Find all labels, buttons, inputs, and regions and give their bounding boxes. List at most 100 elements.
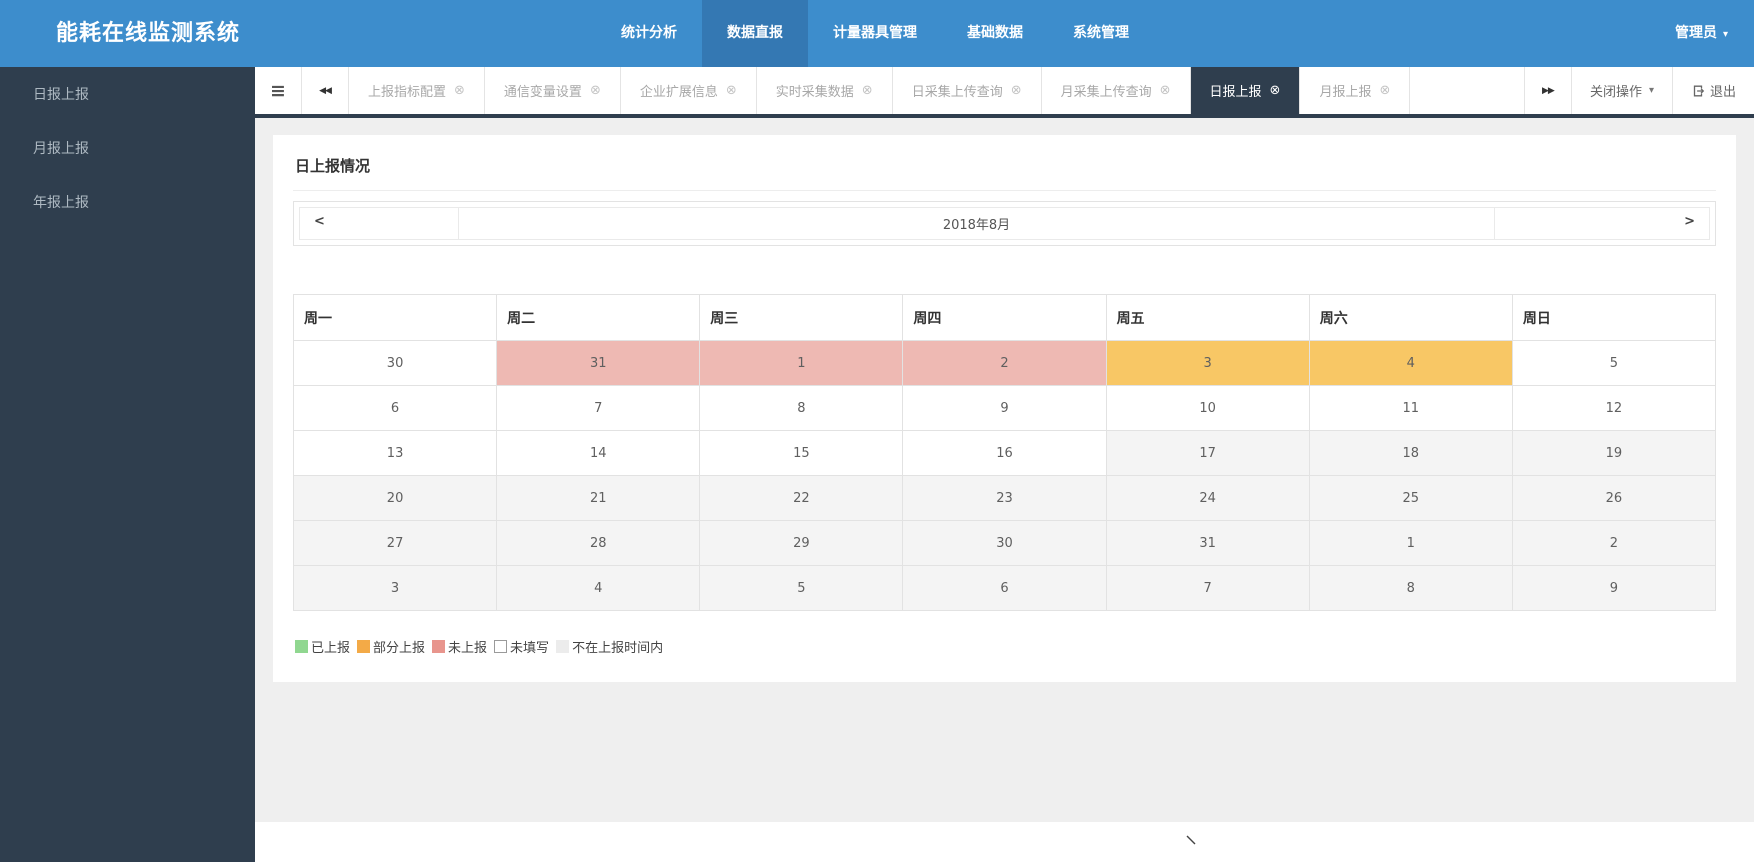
tab-close-icon[interactable]: ⊗	[862, 83, 873, 98]
topnav-item[interactable]: 基础数据	[942, 0, 1048, 67]
weekday-header: 周六	[1309, 295, 1512, 341]
scroll-tabs-left-button[interactable]: ◀◀	[302, 67, 349, 114]
legend-item: 未填写	[494, 637, 549, 656]
calendar-day-cell[interactable]: 5	[1512, 341, 1715, 386]
sidebar-item[interactable]: 年报上报	[0, 176, 255, 230]
calendar-day-cell[interactable]: 14	[497, 431, 700, 476]
calendar-week-row: 3456789	[294, 566, 1716, 611]
tab-label: 上报指标配置	[368, 81, 446, 100]
tab-bar-spacer	[1410, 67, 1524, 114]
calendar-legend: 已上报部分上报未上报未填写不在上报时间内	[293, 637, 1716, 656]
calendar-day-cell[interactable]: 1	[700, 341, 903, 386]
calendar-day-cell[interactable]: 9	[1512, 566, 1715, 611]
calendar-day-cell[interactable]: 20	[294, 476, 497, 521]
prev-month-button[interactable]: <	[300, 208, 459, 239]
calendar-month-title: 2018年8月	[459, 208, 1494, 239]
calendar-day-cell[interactable]: 28	[497, 521, 700, 566]
calendar-day-cell[interactable]: 27	[294, 521, 497, 566]
calendar-day-cell[interactable]: 7	[1106, 566, 1309, 611]
calendar-table: 周一周二周三周四周五周六周日 3031123456789101112131415…	[293, 294, 1716, 611]
calendar-day-cell[interactable]: 9	[903, 386, 1106, 431]
topnav-item[interactable]: 计量器具管理	[808, 0, 942, 67]
panel-title: 日上报情况	[293, 153, 1716, 191]
legend-swatch	[295, 640, 308, 653]
mouse-cursor	[1186, 835, 1200, 849]
menu-icon: ≡	[270, 80, 286, 102]
calendar-day-cell[interactable]: 5	[700, 566, 903, 611]
tab-close-icon[interactable]: ⊗	[1270, 83, 1281, 98]
calendar-day-cell[interactable]: 12	[1512, 386, 1715, 431]
top-nav: 统计分析数据直报计量器具管理基础数据系统管理	[596, 0, 1154, 67]
caret-down-icon: ▾	[1649, 85, 1654, 96]
tab-item[interactable]: 企业扩展信息⊗	[621, 67, 757, 114]
legend-label: 已上报	[311, 637, 350, 656]
calendar-day-cell[interactable]: 2	[903, 341, 1106, 386]
tab-close-icon[interactable]: ⊗	[1379, 83, 1390, 98]
weekday-header: 周二	[497, 295, 700, 341]
calendar-day-cell[interactable]: 8	[1309, 566, 1512, 611]
calendar-day-cell[interactable]: 23	[903, 476, 1106, 521]
calendar-day-cell[interactable]: 22	[700, 476, 903, 521]
tab-close-icon[interactable]: ⊗	[590, 83, 601, 98]
tab-label: 日采集上传查询	[912, 81, 1003, 100]
topnav-item[interactable]: 统计分析	[596, 0, 702, 67]
tab-item[interactable]: 日报上报⊗	[1191, 67, 1301, 114]
calendar-day-cell[interactable]: 3	[294, 566, 497, 611]
next-month-button[interactable]: >	[1494, 208, 1709, 239]
weekday-header: 周日	[1512, 295, 1715, 341]
page: { "app": { "title": "能耗在线监测系统" }, "heade…	[0, 0, 1754, 862]
calendar-day-cell[interactable]: 11	[1309, 386, 1512, 431]
calendar-day-cell[interactable]: 19	[1512, 431, 1715, 476]
double-left-icon: ◀◀	[319, 86, 331, 96]
calendar-day-cell[interactable]: 18	[1309, 431, 1512, 476]
user-menu[interactable]: 管理员▾	[1675, 0, 1728, 68]
calendar-day-cell[interactable]: 26	[1512, 476, 1715, 521]
calendar-day-cell[interactable]: 7	[497, 386, 700, 431]
calendar-day-cell[interactable]: 25	[1309, 476, 1512, 521]
tab-item[interactable]: 上报指标配置 ⊗	[349, 67, 485, 114]
calendar-day-cell[interactable]: 15	[700, 431, 903, 476]
tab-bar: ≡ ◀◀ 上报指标配置⊗通信变量设置⊗企业扩展信息⊗实时采集数据⊗日采集上传查询…	[255, 67, 1754, 118]
calendar-day-cell[interactable]: 3	[1106, 341, 1309, 386]
legend-item: 已上报	[295, 637, 350, 656]
main-content: 日上报情况 < 2018年8月 > 周一周二周三周四周五周六周日 3031123…	[255, 118, 1754, 822]
tab-close-icon[interactable]: ⊗	[1160, 83, 1171, 98]
toggle-sidebar-button[interactable]: ≡	[255, 67, 302, 114]
tab-item[interactable]: 实时采集数据⊗	[757, 67, 893, 114]
calendar-day-cell[interactable]: 8	[700, 386, 903, 431]
calendar-day-cell[interactable]: 4	[497, 566, 700, 611]
calendar-day-cell[interactable]: 29	[700, 521, 903, 566]
calendar-day-cell[interactable]: 30	[903, 521, 1106, 566]
calendar-day-cell[interactable]: 10	[1106, 386, 1309, 431]
calendar-day-cell[interactable]: 24	[1106, 476, 1309, 521]
calendar-weekday-row: 周一周二周三周四周五周六周日	[294, 295, 1716, 341]
calendar-day-cell[interactable]: 31	[497, 341, 700, 386]
tab-item[interactable]: 月报上报⊗	[1300, 67, 1410, 114]
logout-button[interactable]: 退出	[1672, 67, 1754, 114]
topnav-item[interactable]: 系统管理	[1048, 0, 1154, 67]
calendar-day-cell[interactable]: 6	[903, 566, 1106, 611]
calendar-day-cell[interactable]: 13	[294, 431, 497, 476]
calendar-day-cell[interactable]: 16	[903, 431, 1106, 476]
tab-close-icon[interactable]: ⊗	[726, 83, 737, 98]
close-actions-dropdown[interactable]: 关闭操作▾	[1571, 67, 1672, 114]
scroll-tabs-right-button[interactable]: ▶▶	[1524, 67, 1571, 114]
tab-close-icon[interactable]: ⊗	[1011, 83, 1022, 98]
daily-report-panel: 日上报情况 < 2018年8月 > 周一周二周三周四周五周六周日 3031123…	[273, 135, 1736, 682]
sidebar-item[interactable]: 日报上报	[0, 68, 255, 122]
tab-close-icon[interactable]: ⊗	[454, 83, 465, 98]
tab-item[interactable]: 日采集上传查询 ⊗	[893, 67, 1042, 114]
calendar-day-cell[interactable]: 30	[294, 341, 497, 386]
calendar-day-cell[interactable]: 6	[294, 386, 497, 431]
tab-item[interactable]: 通信变量设置⊗	[485, 67, 621, 114]
legend-label: 未填写	[510, 637, 549, 656]
tab-item[interactable]: 月采集上传查询⊗	[1042, 67, 1191, 114]
sidebar-item[interactable]: 月报上报	[0, 122, 255, 176]
calendar-day-cell[interactable]: 1	[1309, 521, 1512, 566]
calendar-day-cell[interactable]: 21	[497, 476, 700, 521]
topnav-item[interactable]: 数据直报	[702, 0, 808, 67]
calendar-day-cell[interactable]: 17	[1106, 431, 1309, 476]
calendar-day-cell[interactable]: 2	[1512, 521, 1715, 566]
calendar-day-cell[interactable]: 4	[1309, 341, 1512, 386]
calendar-day-cell[interactable]: 31	[1106, 521, 1309, 566]
